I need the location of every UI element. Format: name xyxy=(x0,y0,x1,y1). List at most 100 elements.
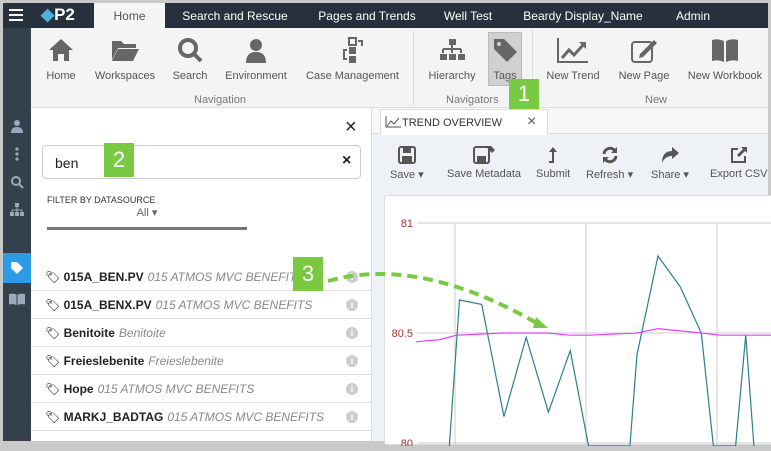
trend-chart-svg: 8180.580 xyxy=(385,196,771,446)
submit-button[interactable]: Submit xyxy=(536,146,570,180)
filter-label: FILTER BY DATASOURCE xyxy=(47,195,155,205)
new-page-button[interactable]: New Page xyxy=(617,36,671,82)
series-line-magenta xyxy=(416,329,771,342)
tab-beardy-display-name[interactable]: Beardy Display_Name xyxy=(523,3,643,28)
search-button[interactable]: Search xyxy=(171,36,209,82)
search-icon xyxy=(176,36,204,64)
tag-search-input[interactable]: ben × xyxy=(42,145,361,179)
tag-icon[interactable] xyxy=(3,253,31,283)
close-tab-button[interactable]: × xyxy=(527,113,536,131)
hierarchy-button[interactable]: Hierarchy xyxy=(427,36,477,82)
tag-icon: 🏷︎ xyxy=(45,298,60,312)
tab-admin[interactable]: Admin xyxy=(668,3,718,28)
edit-icon xyxy=(630,36,658,64)
menu-icon[interactable] xyxy=(9,9,23,21)
callout-2: 2 xyxy=(104,143,134,177)
submit-icon xyxy=(544,146,562,164)
tag-result-row[interactable]: 🏷︎ BenitoiteBenitoitei xyxy=(31,319,372,347)
label: Case Management xyxy=(306,70,399,82)
tag-source: 015 ATMOS MVC BENEFITS xyxy=(156,298,313,312)
info-icon[interactable]: i xyxy=(346,411,358,423)
side-rail xyxy=(3,28,31,441)
more-vertical-icon[interactable] xyxy=(3,140,31,168)
info-icon[interactable]: i xyxy=(346,271,358,283)
tab-home[interactable]: Home xyxy=(94,3,165,28)
label: Home xyxy=(46,70,75,82)
tag-icon: 🏷︎ xyxy=(45,354,60,368)
new-workbook-button[interactable]: New Workbook xyxy=(685,36,765,82)
selected-datasource: All xyxy=(137,207,149,219)
new-trend-button[interactable]: New Trend xyxy=(545,36,601,82)
callout-1: 1 xyxy=(509,79,539,109)
label: Environment xyxy=(225,70,287,82)
tag-source: Freieslebenite xyxy=(148,354,223,368)
label: Save xyxy=(390,169,415,181)
tag-result-row[interactable]: 🏷︎ FreieslebeniteFreieslebenitei xyxy=(31,347,372,375)
label: Workspaces xyxy=(95,70,155,82)
hierarchy-icon[interactable] xyxy=(3,196,31,224)
clear-search-button[interactable]: × xyxy=(342,152,351,170)
refresh-button[interactable]: Refresh ▾ xyxy=(586,146,633,181)
tag-result-row[interactable]: 🏷︎ Hope015 ATMOS MVC BENEFITSi xyxy=(31,375,372,403)
info-icon[interactable]: i xyxy=(346,383,358,395)
label: Share xyxy=(651,169,680,181)
tag-source: 015 ATMOS MVC BENEFITS xyxy=(148,270,305,284)
top-nav-bar: ◆P2 Home Search and Rescue Pages and Tre… xyxy=(3,3,768,28)
trend-chart[interactable]: 8180.580 xyxy=(384,195,771,445)
save-icon xyxy=(398,146,416,164)
save-button[interactable]: Save ▾ xyxy=(390,146,424,181)
tag-name: Benitoite xyxy=(64,326,115,340)
share-icon xyxy=(660,146,680,164)
trend-area: TREND OVERVIEW × Save ▾ Save Metadata Su… xyxy=(372,108,768,441)
share-button[interactable]: Share ▾ xyxy=(651,146,689,181)
book-icon[interactable] xyxy=(3,285,31,313)
search-icon[interactable] xyxy=(3,168,31,196)
ribbon: Home Workspaces Search Environment Case … xyxy=(31,28,768,108)
tag-result-row[interactable]: 🏷︎ 015A_BENX.PV015 ATMOS MVC BENEFITSi xyxy=(31,291,372,319)
tag-icon: 🏷︎ xyxy=(45,326,60,340)
callout-3: 3 xyxy=(293,257,323,291)
home-icon xyxy=(47,36,75,64)
search-value: ben xyxy=(55,155,78,171)
tag-icon xyxy=(491,36,519,64)
tag-source: 015 ATMOS MVC BENEFITS xyxy=(167,410,324,424)
info-icon[interactable]: i xyxy=(346,355,358,367)
series-line-teal xyxy=(449,256,754,446)
tab-search-and-rescue[interactable]: Search and Rescue xyxy=(175,3,295,28)
label: Submit xyxy=(536,168,570,180)
user-icon[interactable] xyxy=(3,112,31,140)
save-metadata-button[interactable]: Save Metadata xyxy=(447,146,521,180)
tag-icon: 🏷︎ xyxy=(45,382,60,396)
datasource-dropdown[interactable]: All ▾ xyxy=(47,206,247,230)
save-metadata-icon xyxy=(473,146,495,164)
tag-result-row[interactable]: 🏷︎ MARKJ_BADTAG015 ATMOS MVC BENEFITSi xyxy=(31,403,372,431)
info-icon[interactable]: i xyxy=(346,327,358,339)
tab-well-test[interactable]: Well Test xyxy=(433,3,503,28)
p2-logo: ◆P2 xyxy=(41,5,75,25)
refresh-icon xyxy=(601,146,619,164)
trend-icon xyxy=(556,36,590,64)
group-label-new: New xyxy=(645,94,667,106)
tag-name: 015A_BEN.PV xyxy=(64,270,144,284)
user-icon xyxy=(242,36,270,64)
external-link-icon xyxy=(730,146,748,164)
home-button[interactable]: Home xyxy=(45,36,77,82)
label: Export CSV xyxy=(710,168,767,180)
tags-button[interactable]: Tags xyxy=(488,32,522,86)
tab-trend-overview[interactable]: TREND OVERVIEW × xyxy=(380,109,548,135)
trend-icon xyxy=(385,116,401,128)
workspaces-button[interactable]: Workspaces xyxy=(93,36,157,82)
caret-down-icon: ▾ xyxy=(152,207,158,219)
tab-title: TREND OVERVIEW xyxy=(402,117,502,129)
tab-pages-and-trends[interactable]: Pages and Trends xyxy=(307,3,427,28)
close-panel-button[interactable]: × xyxy=(345,116,357,139)
label: New Workbook xyxy=(688,70,762,82)
label: Search xyxy=(173,70,208,82)
book-icon xyxy=(710,36,740,64)
export-csv-button[interactable]: Export CSV xyxy=(710,146,767,180)
case-management-button[interactable]: Case Management xyxy=(305,36,400,82)
label: Hierarchy xyxy=(428,70,475,82)
info-icon[interactable]: i xyxy=(346,299,358,311)
y-tick-label: 80 xyxy=(401,438,413,446)
environment-button[interactable]: Environment xyxy=(224,36,288,82)
